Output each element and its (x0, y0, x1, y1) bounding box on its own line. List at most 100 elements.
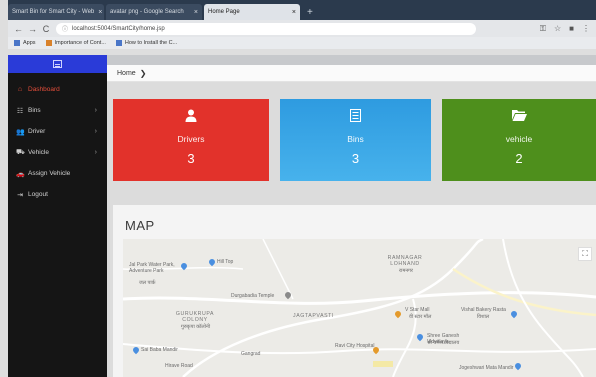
list-icon (280, 109, 431, 125)
vehicle-card[interactable]: vehicle 2 (442, 99, 596, 181)
map-label: Hill Top (217, 259, 234, 265)
bookmark-item[interactable]: How to Install the C... (115, 40, 178, 46)
map-label: विशाल (477, 314, 490, 320)
map-label: V Star Mall (405, 307, 430, 313)
map-label: Jal Park Water Park, Adventure Park (129, 262, 175, 274)
sidebar-header (8, 55, 107, 73)
fullscreen-icon[interactable]: ⛶ (578, 247, 592, 261)
map-label: Gangrad (241, 351, 261, 357)
map-label: रामनगर (399, 268, 413, 274)
bins-card[interactable]: Bins 3 (280, 99, 431, 181)
screen: Smart Bin for Smart City - Web × avatar p… (0, 0, 596, 377)
sidebar-item-vehicle[interactable]: ⛟ Vehicle › (8, 142, 107, 163)
tab-title: Home Page (208, 9, 240, 15)
chevron-right-icon: › (94, 107, 97, 114)
url-text: localhost:5004/SmartCity/home.jsp (72, 25, 165, 32)
card-label: Bins (347, 134, 364, 144)
bookmark-label: How to Install the C... (124, 40, 178, 46)
tab-title: avatar png - Google Search (110, 9, 184, 15)
map-view[interactable]: Jal Park Water Park, Adventure Park जल प… (123, 239, 596, 377)
car-icon: 🚗 (16, 170, 25, 178)
menu-icon[interactable]: ⋮ (582, 24, 590, 34)
bookmark-item[interactable]: Importance of Cont... (45, 40, 106, 46)
sidebar-item-label: Logout (28, 191, 48, 198)
bookmark-icon (45, 40, 52, 46)
sidebar-item-label: Vehicle (28, 149, 49, 156)
card-value: 3 (187, 151, 195, 166)
sidebar: ⌂ Dashboard ☷ Bins › 👥 Driver › ⛟ Vehicle › 🚗 As… (8, 55, 107, 377)
browser-tab[interactable]: avatar png - Google Search × (106, 4, 202, 20)
bookmark-label: Apps (23, 40, 36, 46)
map-label: Sai Baba Mandir (141, 347, 178, 353)
user-icon (113, 109, 269, 125)
browser-tab[interactable]: Smart Bin for Smart City - Web × (8, 4, 104, 20)
bookmark-label: Importance of Cont... (54, 40, 106, 46)
map-label: Hirave Road (165, 363, 193, 369)
apps-icon (14, 40, 20, 46)
reload-icon[interactable]: C (42, 24, 50, 34)
users-icon: 👥 (16, 128, 25, 136)
folder-icon (442, 109, 596, 125)
close-tab-icon[interactable]: × (190, 9, 198, 16)
breadcrumb: Home ❯ (107, 65, 596, 82)
sidebar-menu: ⌂ Dashboard ☷ Bins › 👥 Driver › ⛟ Vehicle › 🚗 As… (8, 79, 107, 205)
map-label: JAGTAPVASTI (293, 313, 334, 319)
map-label: Vishal Bakery Rasta (461, 307, 506, 313)
map-label: जल पार्क (139, 280, 156, 286)
breadcrumb-home[interactable]: Home (117, 70, 136, 77)
map-label: RAMNAGAR LOHNAND (387, 255, 423, 267)
chevron-right-icon: › (94, 149, 97, 156)
sidebar-item-label: Bins (28, 107, 41, 114)
sidebar-item-dashboard[interactable]: ⌂ Dashboard (8, 79, 107, 100)
card-label: Drivers (177, 134, 205, 144)
sidebar-item-driver[interactable]: 👥 Driver › (8, 121, 107, 142)
extension-icon[interactable]: ■ (569, 24, 574, 34)
map-label: Durgabadia Temple (231, 293, 275, 299)
logout-icon: ⇥ (17, 191, 23, 199)
home-icon: ⌂ (17, 86, 23, 93)
map-label: गुरुकृपा कॉलोनी (181, 324, 211, 330)
grid-icon: ☷ (16, 107, 24, 115)
map-label: GURUKRUPA COLONY (175, 311, 215, 323)
map-panel: MAP Jal Park Water Park, Adventure Park … (113, 205, 596, 377)
sidebar-item-label: Assign Vehicle (28, 170, 71, 177)
map-label: श्री गणेश विद्यालय (427, 340, 460, 346)
truck-icon: ⛟ (16, 149, 25, 156)
map-label: वी स्टार मॉल (409, 314, 432, 320)
info-icon: ⓘ (62, 27, 69, 33)
bookmark-icon (115, 40, 122, 46)
main-content: Home ❯ Drivers 3 Bins 3 vehicle 2 MAP Ja… (107, 55, 596, 377)
card-value: 3 (351, 151, 360, 166)
forward-icon[interactable]: → (28, 24, 37, 34)
sidebar-item-logout[interactable]: ⇥ Logout (8, 184, 107, 205)
star-icon[interactable]: ☆ (554, 24, 561, 34)
key-icon[interactable]: ⚿ (540, 24, 546, 34)
map-label: Jogeshwari Mata Mandir (459, 365, 514, 371)
drivers-card[interactable]: Drivers 3 (113, 99, 269, 181)
card-label: vehicle (505, 134, 533, 144)
top-navbar (107, 55, 596, 65)
close-tab-icon[interactable]: × (288, 9, 296, 16)
stats-cards: Drivers 3 Bins 3 vehicle 2 (113, 99, 596, 181)
hamburger-menu-icon[interactable] (53, 60, 62, 68)
sidebar-item-label: Driver (28, 128, 46, 135)
map-roads (123, 239, 596, 377)
browser-tab-active[interactable]: Home Page × (204, 4, 300, 20)
browser-actions: ⚿ ☆ ■ ⋮ (540, 24, 596, 34)
map-title: MAP (125, 218, 155, 233)
sidebar-item-bins[interactable]: ☷ Bins › (8, 100, 107, 121)
close-tab-icon[interactable]: × (94, 9, 102, 16)
sidebar-item-label: Dashboard (28, 86, 60, 93)
chevron-right-icon: ❯ (139, 68, 147, 78)
chevron-right-icon: › (94, 128, 97, 135)
bookmark-apps[interactable]: Apps (14, 40, 36, 46)
browser-tabbar: Smart Bin for Smart City - Web × avatar p… (8, 0, 596, 20)
back-icon[interactable]: ← (14, 24, 23, 34)
url-field[interactable]: ⓘ localhost:5004/SmartCity/home.jsp (56, 22, 476, 35)
new-tab-button[interactable]: + (302, 4, 318, 20)
tab-title: Smart Bin for Smart City - Web (12, 9, 95, 15)
map-label: Ravi City Hospital (335, 343, 375, 349)
sidebar-item-assign-vehicle[interactable]: 🚗 Assign Vehicle (8, 163, 107, 184)
address-bar: ← → C ⓘ localhost:5004/SmartCity/home.jsp… (8, 20, 596, 37)
bookmarks-bar: Apps Importance of Cont... How to Instal… (8, 37, 596, 49)
